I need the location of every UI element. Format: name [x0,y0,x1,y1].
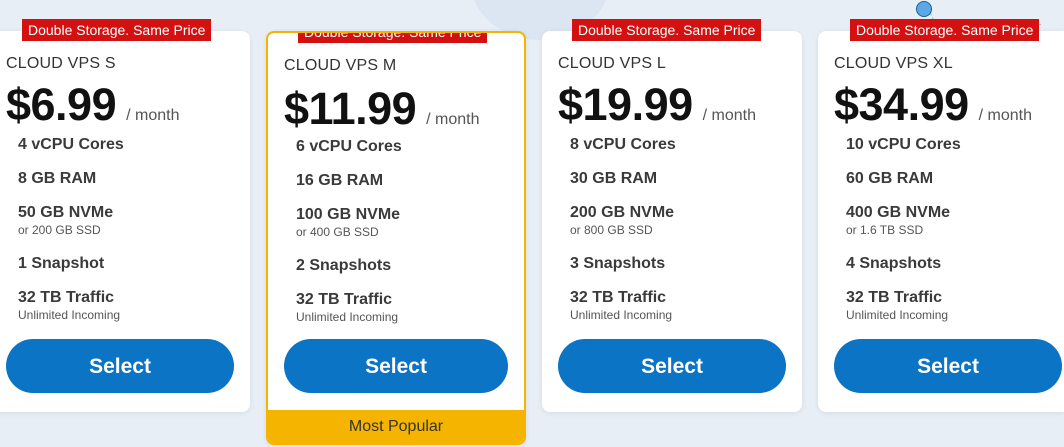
feature-traffic: 32 TB Traffic Unlimited Incoming [296,291,398,324]
price: $6.99 [6,79,117,130]
promo-badge: Double Storage. Same Price [850,19,1040,41]
price-row: $19.99 / month [558,79,756,131]
feature-label: 3 Snapshots [570,255,666,272]
feature-label: 32 TB Traffic [18,289,115,306]
feature-note: or 1.6 TB SSD [846,223,924,237]
feature-cpu: 8 vCPU Cores [570,136,676,154]
feature-label: 100 GB NVMe [296,206,401,223]
price: $19.99 [558,79,693,130]
feature-traffic: 32 TB Traffic Unlimited Incoming [846,289,948,322]
feature-label: 2 Snapshots [296,257,392,274]
plan-name: CLOUD VPS S [6,55,116,72]
feature-snapshots: 4 Snapshots [846,255,941,273]
feature-label: 200 GB NVMe [570,204,675,221]
plan-name: CLOUD VPS L [558,55,667,72]
feature-storage: 400 GB NVMe or 1.6 TB SSD [846,204,950,237]
feature-note: Unlimited Incoming [296,310,399,324]
feature-snapshots: 2 Snapshots [296,257,391,275]
feature-traffic: 32 TB Traffic Unlimited Incoming [570,289,672,322]
price-period: / month [426,111,480,128]
feature-ram: 60 GB RAM [846,170,933,188]
promo-badge: Double Storage. Same Price [22,19,212,41]
most-popular-ribbon: Most Popular [268,410,524,443]
feature-note: or 800 GB SSD [570,223,653,237]
feature-label: 400 GB NVMe [846,204,951,221]
select-button[interactable]: Select [284,339,508,393]
plan-name: CLOUD VPS M [284,57,397,74]
feature-label: 6 vCPU Cores [296,138,402,155]
price-period: / month [702,107,756,124]
feature-snapshots: 1 Snapshot [18,255,104,273]
feature-label: 10 vCPU Cores [846,136,961,153]
price-period: / month [978,107,1032,124]
feature-storage: 100 GB NVMe or 400 GB SSD [296,206,400,239]
price: $11.99 [284,83,417,134]
feature-storage: 50 GB NVMe or 200 GB SSD [18,204,113,237]
feature-label: 50 GB NVMe [18,204,114,221]
select-button[interactable]: Select [558,339,786,393]
promo-badge: Double Storage. Same Price [572,19,762,41]
feature-cpu: 4 vCPU Cores [18,136,124,154]
feature-cpu: 10 vCPU Cores [846,136,961,154]
feature-label: 30 GB RAM [570,170,658,187]
feature-note: Unlimited Incoming [18,308,121,322]
feature-label: 4 vCPU Cores [18,136,124,153]
feature-note: or 200 GB SSD [18,223,101,237]
background-dot [916,1,932,17]
feature-label: 1 Snapshot [18,255,105,272]
plan-card-s: Double Storage. Same Price CLOUD VPS S $… [0,19,250,412]
price-period: / month [126,107,180,124]
feature-note: or 400 GB SSD [296,225,379,239]
select-button[interactable]: Select [6,339,234,393]
feature-label: 8 GB RAM [18,170,97,187]
price: $34.99 [834,79,969,130]
feature-traffic: 32 TB Traffic Unlimited Incoming [18,289,120,322]
feature-label: 4 Snapshots [846,255,942,272]
price-row: $11.99 / month [284,83,480,135]
feature-label: 32 TB Traffic [570,289,667,306]
feature-snapshots: 3 Snapshots [570,255,665,273]
feature-label: 8 vCPU Cores [570,136,676,153]
feature-storage: 200 GB NVMe or 800 GB SSD [570,204,674,237]
plan-card-m: Double Storage. Same Price CLOUD VPS M $… [266,31,526,445]
select-button[interactable]: Select [834,339,1062,393]
feature-label: 32 TB Traffic [296,291,393,308]
feature-ram: 16 GB RAM [296,172,383,190]
feature-label: 16 GB RAM [296,172,384,189]
plan-card-xl: Double Storage. Same Price CLOUD VPS XL … [818,19,1064,412]
feature-ram: 30 GB RAM [570,170,657,188]
feature-note: Unlimited Incoming [846,308,949,322]
feature-note: Unlimited Incoming [570,308,673,322]
price-row: $6.99 / month [6,79,179,131]
feature-label: 32 TB Traffic [846,289,943,306]
price-row: $34.99 / month [834,79,1032,131]
plan-card-l: Double Storage. Same Price CLOUD VPS L $… [542,19,802,412]
promo-badge: Double Storage. Same Price [298,33,488,43]
feature-label: 60 GB RAM [846,170,934,187]
plan-name: CLOUD VPS XL [834,55,953,72]
feature-cpu: 6 vCPU Cores [296,138,402,156]
feature-ram: 8 GB RAM [18,170,96,188]
